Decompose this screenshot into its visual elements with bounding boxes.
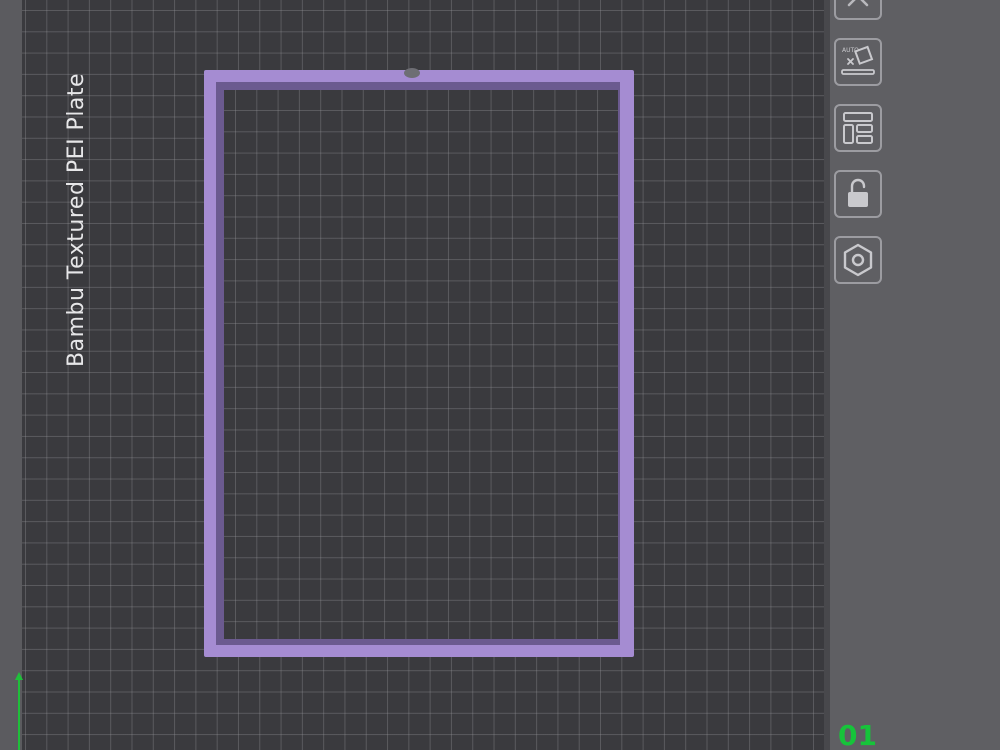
model-frame-opening [224,90,618,639]
unlock-icon [848,178,868,207]
close-plate-button[interactable] [834,0,882,20]
arrange-button[interactable] [834,104,882,152]
viewport-3d[interactable]: Bambu Textured PEI Plate AUTO 01 [0,0,1000,750]
arrange-icon [843,112,873,144]
close-icon [847,0,869,7]
left-margin [0,0,22,750]
plate-number[interactable]: 01 [838,716,877,750]
seam-marker [404,68,420,78]
plate-name-label: Bambu Textured PEI Plate [64,72,89,367]
plate-settings-button[interactable] [834,236,882,284]
auto-orient-icon: AUTO [841,45,875,75]
hexagon-settings-icon [843,243,873,277]
y-axis-arrow [15,672,23,750]
model-frame[interactable] [204,68,634,657]
lock-plate-button[interactable] [834,170,882,218]
auto-orient-button[interactable]: AUTO [834,38,882,86]
